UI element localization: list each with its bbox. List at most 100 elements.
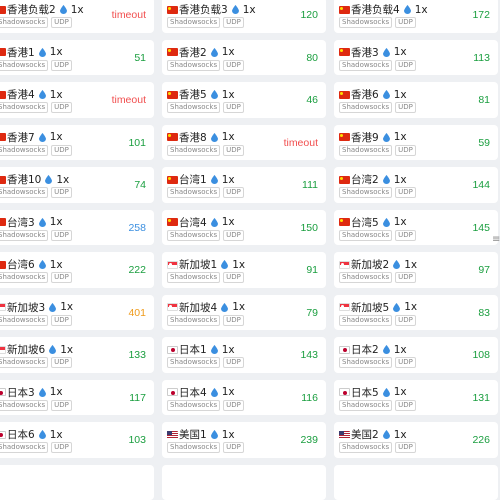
flag-icon	[0, 91, 6, 99]
node-delay[interactable]: timeout	[112, 94, 146, 106]
flag-icon	[339, 176, 350, 184]
node-delay[interactable]: 117	[129, 392, 146, 404]
node-card[interactable]: 新加坡2 1x Shadowsocks UDP 97	[334, 252, 498, 288]
node-card[interactable]: 日本1 1x Shadowsocks UDP 143	[162, 337, 326, 373]
node-multiplier: 1x	[394, 174, 407, 186]
node-title-line: 香港3 1x	[339, 45, 407, 60]
node-card[interactable]: 香港负载2 1x Shadowsocks UDP timeout	[0, 0, 154, 33]
flag-icon	[0, 218, 6, 226]
node-card[interactable]: 香港负载4 1x Shadowsocks UDP 172	[334, 0, 498, 33]
node-card[interactable]	[0, 465, 154, 500]
node-card[interactable]: 日本5 1x Shadowsocks UDP 131	[334, 380, 498, 416]
node-delay[interactable]: 59	[478, 137, 490, 149]
node-card[interactable]: 香港9 1x Shadowsocks UDP 59	[334, 125, 498, 161]
node-delay[interactable]: 145	[472, 222, 490, 234]
node-tags: Shadowsocks UDP	[0, 60, 75, 71]
node-delay[interactable]: timeout	[284, 137, 318, 149]
node-title-line: 日本3 1x	[0, 385, 63, 400]
node-card[interactable]: 香港1 1x Shadowsocks UDP 51	[0, 40, 154, 76]
protocol-tag: Shadowsocks	[339, 442, 392, 453]
node-delay[interactable]: 97	[478, 264, 490, 276]
flag-icon	[339, 218, 350, 226]
node-tags: Shadowsocks UDP	[339, 230, 419, 241]
node-card[interactable]: 台湾6 1x Shadowsocks UDP 222	[0, 252, 154, 288]
node-card[interactable]: 日本6 1x Shadowsocks UDP 103	[0, 422, 154, 458]
node-delay[interactable]: 144	[472, 179, 490, 191]
node-delay[interactable]: 80	[306, 52, 318, 64]
node-delay[interactable]: 258	[128, 222, 146, 234]
node-card[interactable]: 美国1 1x Shadowsocks UDP 239	[162, 422, 326, 458]
node-delay[interactable]: 83	[478, 307, 490, 319]
node-card[interactable]: 新加坡4 1x Shadowsocks UDP 79	[162, 295, 326, 331]
node-card[interactable]: 台湾4 1x Shadowsocks UDP 150	[162, 210, 326, 246]
node-card[interactable]: 台湾3 1x Shadowsocks UDP 258	[0, 210, 154, 246]
node-delay[interactable]: 46	[306, 94, 318, 106]
node-delay[interactable]: 172	[472, 9, 490, 21]
node-card[interactable]: 香港4 1x Shadowsocks UDP timeout	[0, 82, 154, 118]
node-delay[interactable]: 74	[134, 179, 146, 191]
node-card[interactable]	[162, 465, 326, 500]
udp-drop-icon	[393, 303, 400, 312]
node-delay[interactable]: 103	[128, 434, 146, 446]
node-delay[interactable]: 81	[478, 94, 490, 106]
node-name: 香港1	[7, 45, 35, 60]
node-name: 新加坡4	[179, 300, 217, 315]
node-card[interactable]: 香港8 1x Shadowsocks UDP timeout	[162, 125, 326, 161]
menu-icon[interactable]: ≡	[492, 234, 500, 245]
node-card[interactable]: 日本4 1x Shadowsocks UDP 116	[162, 380, 326, 416]
node-delay[interactable]: 120	[300, 9, 318, 21]
node-delay[interactable]: 79	[306, 307, 318, 319]
node-delay[interactable]: 131	[472, 392, 490, 404]
transport-tag: UDP	[395, 17, 416, 28]
node-delay[interactable]: 150	[300, 222, 318, 234]
node-multiplier: 1x	[50, 131, 63, 143]
node-delay[interactable]: 226	[472, 434, 490, 446]
node-delay[interactable]: 143	[300, 349, 318, 361]
node-multiplier: 1x	[71, 4, 84, 16]
node-delay[interactable]: 108	[472, 349, 490, 361]
node-card[interactable]: 台湾1 1x Shadowsocks UDP 111	[162, 167, 326, 203]
protocol-tag: Shadowsocks	[0, 400, 48, 411]
node-card[interactable]: 台湾5 1x Shadowsocks UDP 145	[334, 210, 498, 246]
node-delay[interactable]: 51	[134, 52, 146, 64]
protocol-tag: Shadowsocks	[167, 315, 220, 326]
node-delay[interactable]: 401	[128, 307, 146, 319]
node-card[interactable]: 新加坡5 1x Shadowsocks UDP 83	[334, 295, 498, 331]
node-multiplier: 1x	[415, 4, 428, 16]
node-card[interactable]: 香港3 1x Shadowsocks UDP 113	[334, 40, 498, 76]
node-card[interactable]: 美国2 1x Shadowsocks UDP 226	[334, 422, 498, 458]
node-tags: Shadowsocks UDP	[339, 145, 419, 156]
node-card[interactable]: 新加坡1 1x Shadowsocks UDP 91	[162, 252, 326, 288]
node-delay[interactable]: 111	[302, 179, 318, 191]
node-card[interactable]: 香港7 1x Shadowsocks UDP 101	[0, 125, 154, 161]
node-delay[interactable]: 91	[306, 264, 318, 276]
node-delay[interactable]: 101	[128, 137, 146, 149]
node-card[interactable]: 香港5 1x Shadowsocks UDP 46	[162, 82, 326, 118]
node-multiplier: 1x	[243, 4, 256, 16]
node-card[interactable]: 香港2 1x Shadowsocks UDP 80	[162, 40, 326, 76]
node-tags: Shadowsocks UDP	[339, 357, 419, 368]
udp-drop-icon	[211, 345, 218, 354]
node-card[interactable]: 香港负载3 1x Shadowsocks UDP 120	[162, 0, 326, 33]
node-delay[interactable]: 133	[128, 349, 146, 361]
node-card[interactable]: 香港6 1x Shadowsocks UDP 81	[334, 82, 498, 118]
node-multiplier: 1x	[404, 301, 417, 313]
node-name: 香港负载3	[179, 2, 228, 17]
node-card[interactable]: 新加坡3 1x Shadowsocks UDP 401	[0, 295, 154, 331]
node-delay[interactable]: timeout	[112, 9, 146, 21]
node-card[interactable]: 香港10 1x Shadowsocks UDP 74	[0, 167, 154, 203]
node-delay[interactable]: 116	[301, 392, 318, 404]
node-delay[interactable]: 113	[473, 52, 490, 64]
node-card[interactable]: 日本2 1x Shadowsocks UDP 108	[334, 337, 498, 373]
node-delay[interactable]: 222	[128, 264, 146, 276]
flag-icon	[167, 6, 178, 14]
flag-icon	[339, 6, 350, 14]
node-name: 台湾1	[179, 172, 207, 187]
node-card[interactable]: 日本3 1x Shadowsocks UDP 117	[0, 380, 154, 416]
node-delay[interactable]: 239	[300, 434, 318, 446]
protocol-tag: Shadowsocks	[339, 60, 392, 71]
node-card[interactable]	[334, 465, 498, 500]
node-card[interactable]: 新加坡6 1x Shadowsocks UDP 133	[0, 337, 154, 373]
node-card[interactable]: 台湾2 1x Shadowsocks UDP 144	[334, 167, 498, 203]
protocol-tag: Shadowsocks	[339, 272, 392, 283]
